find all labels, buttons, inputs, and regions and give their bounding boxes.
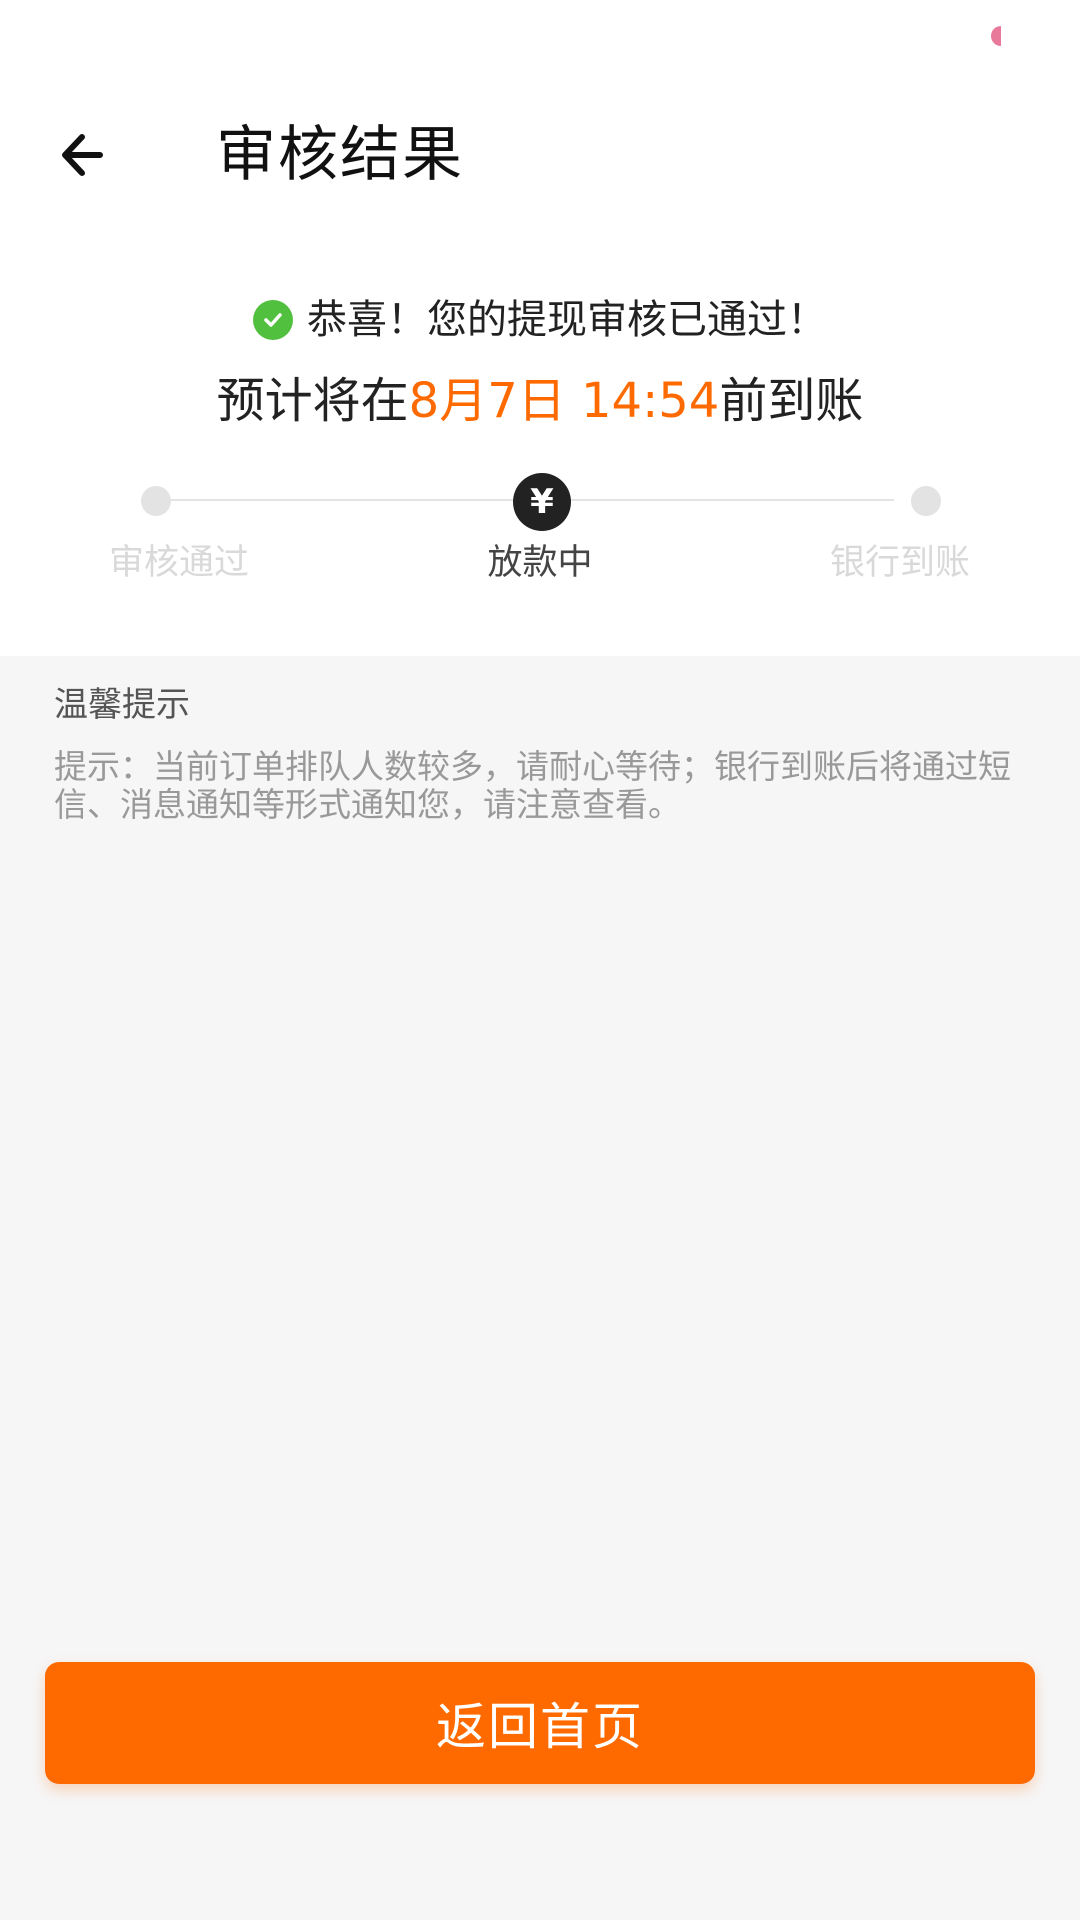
step-label-bank: 银行到账 (829, 543, 970, 583)
eta-time: 8月7日 14:54 (408, 373, 720, 429)
step-label-disbursing: 放款中 (487, 543, 593, 583)
success-text: 恭喜！您的提现审核已通过！ (307, 297, 827, 343)
success-message: 恭喜！您的提现审核已通过！ (0, 290, 1080, 350)
step-dot-bank (911, 486, 941, 516)
tips-text: 提示：当前订单排队人数较多，请耐心等待；银行到账后将通过短信、消息通知等形式通知… (54, 747, 1011, 824)
yen-icon: ¥ (513, 473, 571, 531)
progress-line-left (170, 499, 516, 501)
progress-steps: ¥ 审核通过 放款中 银行到账 (0, 470, 1080, 590)
return-home-button[interactable]: 返回首页 (45, 1662, 1035, 1784)
tips-title: 温馨提示 (54, 685, 190, 725)
progress-line-right (570, 499, 894, 501)
step-dot-approved (141, 486, 171, 516)
result-panel: 审核结果 恭喜！您的提现审核已通过！ 预计将在8月7日 14:54前到账 ¥ 审… (0, 0, 1080, 656)
check-circle-icon (253, 300, 293, 340)
arrow-left-icon (62, 134, 103, 176)
back-button[interactable] (44, 110, 124, 200)
eta-suffix: 前到账 (719, 373, 864, 429)
page-title: 审核结果 (216, 120, 464, 190)
step-label-approved: 审核通过 (108, 543, 249, 583)
eta-prefix: 预计将在 (216, 373, 409, 429)
eta-message: 预计将在8月7日 14:54前到账 (0, 366, 1080, 436)
status-indicator (991, 26, 1001, 46)
